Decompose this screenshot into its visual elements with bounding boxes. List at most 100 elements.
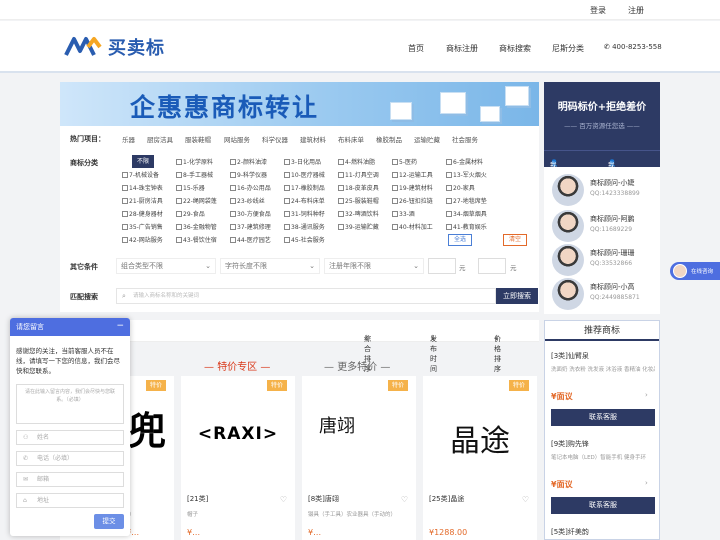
class-checkbox[interactable]: 39-运输贮藏 [338,222,379,231]
email-field[interactable]: ✉ 邮箱 [16,472,124,487]
class-checkbox[interactable]: 12-运输工具 [392,170,433,179]
class-checkbox[interactable]: 36-金融物管 [176,222,217,231]
class-checkbox[interactable]: 10-医疗器械 [284,170,325,179]
banner[interactable]: 企惠惠商标转让 [60,82,539,126]
minimize-icon[interactable]: − [116,318,124,334]
class-checkbox[interactable]: 40-材料加工 [392,222,433,231]
card-name: [8类]唐翊 [308,495,339,503]
submit-button[interactable]: 提交 [94,514,124,529]
logo[interactable]: 买卖标 [64,33,174,59]
class-checkbox[interactable]: 1-化学原料 [176,157,213,166]
class-checkbox[interactable]: 17-橡胶制品 [284,183,325,192]
class-checkbox[interactable]: 2-颜料油漆 [230,157,267,166]
hot-item[interactable]: 橡胶制品 [376,134,402,144]
class-checkbox[interactable]: 26-钮扣拉链 [392,196,433,205]
hot-item[interactable]: 科学仪器 [262,134,288,144]
login-link[interactable]: 登录 [590,5,606,16]
class-checkbox[interactable]: 31-饲料种籽 [284,209,325,218]
class-checkbox[interactable]: 5-医药 [392,157,417,166]
class-checkbox[interactable]: 25-服装鞋帽 [338,196,379,205]
hot-item[interactable]: 布料床单 [338,134,364,144]
class-checkbox[interactable]: 14-珠宝钟表 [122,183,163,192]
class-checkbox[interactable]: 18-皮革皮具 [338,183,379,192]
keyword-search-input[interactable]: ⌕ 请输入商标名称和的关键词 [116,288,496,304]
class-checkbox[interactable]: 13-军火烟火 [446,170,487,179]
class-checkbox[interactable]: 41-教育娱乐 [446,222,487,231]
class-checkbox[interactable]: 9-科学仪器 [230,170,267,179]
class-checkbox[interactable]: 19-建筑材料 [392,183,433,192]
contact-service-button[interactable]: 联系客服 [551,497,655,514]
checkbox-icon [230,237,236,243]
class-checkbox[interactable]: 37-建筑修理 [230,222,271,231]
address-field[interactable]: ⌂ 地址 [16,493,124,508]
hot-item[interactable]: 建筑材料 [300,134,326,144]
heart-icon[interactable]: ♡ [280,495,287,504]
name-field[interactable]: ⚇ 姓名 [16,430,124,445]
hot-item[interactable]: 厨房洁具 [147,134,173,144]
trademark-card[interactable]: 特价 唐翊 [8类]唐翊 ♡ 镊具（手工具）农业器具（手动的） ¥… [302,376,416,540]
class-checkbox[interactable]: 8-手工器械 [176,170,213,179]
class-checkbox[interactable]: 38-通讯服务 [284,222,325,231]
search-button[interactable]: 立即搜索 [496,288,538,304]
recommend-item-name[interactable]: [5类]纤美韵 [551,527,589,537]
heart-icon[interactable]: ♡ [401,495,408,504]
class-checkbox[interactable]: 29-食品 [176,209,205,218]
class-checkbox[interactable]: 3-日化用品 [284,157,321,166]
chevron-right-icon[interactable]: › [645,479,648,487]
nav-nice-class[interactable]: 尼斯分类 [552,43,584,54]
price-max-input[interactable] [478,258,506,274]
hot-item[interactable]: 网站服务 [224,134,250,144]
trademark-card[interactable]: 特价 晶途 [25类]晶途 ♡ ¥1288.00 [423,376,537,540]
class-checkbox[interactable]: 22-绳网袋蓬 [176,196,217,205]
phone-field[interactable]: ✆ 电话（必填） [16,451,124,466]
class-checkbox[interactable]: 33-酒 [392,209,415,218]
online-consult-button[interactable]: 在线咨询 [670,262,720,280]
class-checkbox[interactable]: 6-金属材料 [446,157,483,166]
hot-item[interactable]: 服装鞋帽 [185,134,211,144]
class-checkbox[interactable]: 27-地毯席垫 [446,196,487,205]
class-checkbox[interactable]: 42-网站服务 [122,235,163,244]
checkbox-icon [338,185,344,191]
nav-tm-register[interactable]: 商标注册 [446,43,478,54]
length-select[interactable]: 字符长度不限 ⌄ [220,258,320,274]
hot-item[interactable]: 乐器 [122,134,135,144]
consultant-item[interactable]: 商标顾问-小婕 QQ:1423338899 [544,170,660,210]
trademark-card[interactable]: 特价 <RAXI> [21类] ♡ 帽子 ¥… [181,376,295,540]
unlimited-button[interactable]: 不限 [132,155,154,168]
hot-item[interactable]: 运输贮藏 [414,134,440,144]
class-checkbox[interactable]: 24-布料床单 [284,196,325,205]
select-all-button[interactable]: 全选 [448,234,472,246]
chevron-right-icon[interactable]: › [645,391,648,399]
register-link[interactable]: 注册 [628,5,644,16]
recommend-item-name[interactable]: [9类]购先锋 [551,439,589,449]
class-checkbox[interactable]: 43-餐饮住宿 [176,235,217,244]
class-checkbox[interactable]: 20-家具 [446,183,475,192]
message-textarea[interactable]: 请在此输入留言内容，我们会尽快与您联系。（必填） [16,384,124,424]
class-checkbox[interactable]: 34-烟草烟具 [446,209,487,218]
nav-home[interactable]: 首页 [408,43,424,54]
class-checkbox[interactable]: 28-健身器材 [122,209,163,218]
class-checkbox[interactable]: 44-医疗园艺 [230,235,271,244]
class-checkbox[interactable]: 11-灯具空调 [338,170,379,179]
class-checkbox[interactable]: 16-办公用品 [230,183,271,192]
class-checkbox[interactable]: 45-社会服务 [284,235,325,244]
class-label-text: 31-饲料种籽 [291,211,325,218]
class-checkbox[interactable]: 7-机械设备 [122,170,159,179]
class-checkbox[interactable]: 23-纱线丝 [230,196,265,205]
combo-select[interactable]: 组合类型不限 ⌄ [116,258,216,274]
class-checkbox[interactable]: 15-乐器 [176,183,205,192]
hot-item[interactable]: 社会服务 [452,134,478,144]
consultant-item[interactable]: 商标顾问-小高 QQ:2449885871 [544,274,660,314]
class-checkbox[interactable]: 30-方便食品 [230,209,271,218]
class-checkbox[interactable]: 35-广告销售 [122,222,163,231]
nav-tm-search[interactable]: 商标搜索 [499,43,531,54]
clear-button[interactable]: 清空 [503,234,527,246]
contact-service-button[interactable]: 联系客服 [551,409,655,426]
price-min-input[interactable] [428,258,456,274]
class-checkbox[interactable]: 21-厨房洁具 [122,196,163,205]
heart-icon[interactable]: ♡ [522,495,529,504]
class-checkbox[interactable]: 32-啤酒饮料 [338,209,379,218]
class-checkbox[interactable]: 4-燃料油脂 [338,157,375,166]
recommend-item-name[interactable]: [3类]仙臂泉 [551,351,589,361]
year-select[interactable]: 注册年限不限 ⌄ [324,258,424,274]
